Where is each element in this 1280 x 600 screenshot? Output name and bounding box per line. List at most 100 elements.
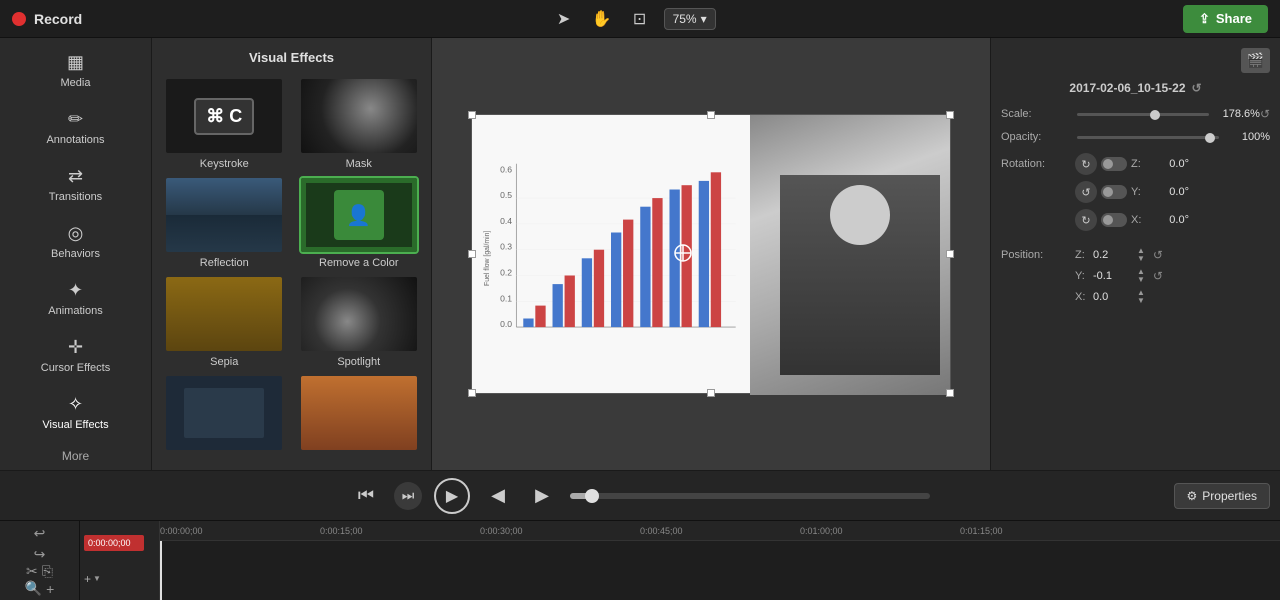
effect-mask[interactable]: Mask	[295, 77, 424, 170]
cursor-effects-icon: ✛	[68, 337, 83, 358]
sidebar-item-animations[interactable]: ✦ Animations	[0, 270, 151, 327]
effect-label-reflection: Reflection	[200, 257, 249, 269]
arrow-tool-icon[interactable]: ➤	[550, 5, 578, 33]
zoom-out-button[interactable]: 🔍	[25, 580, 42, 597]
properties-button[interactable]: ⚙ Properties	[1174, 483, 1270, 509]
effect-generic1[interactable]	[160, 374, 289, 455]
undo-button[interactable]: ↩	[34, 525, 46, 542]
position-row-y: Y: -0.1 ▲▼ ↺	[1001, 268, 1270, 284]
rewind-button[interactable]: ⏮	[350, 480, 382, 512]
scale-slider[interactable]	[1077, 113, 1209, 116]
track-collapse-button[interactable]: ▼	[93, 574, 101, 583]
effect-sepia[interactable]: Sepia	[160, 275, 289, 368]
properties-panel: 🎬 2017-02-06_10-15-22 ↺ Scale: 178.6% ↺ …	[990, 38, 1280, 470]
effect-label-spotlight: Spotlight	[337, 356, 380, 368]
scale-reset-icon[interactable]: ↺	[1260, 107, 1270, 121]
playback-thumb[interactable]	[585, 489, 599, 503]
redo-button[interactable]: ↪	[34, 546, 46, 563]
transitions-icon: ⇄	[68, 166, 83, 187]
copy-button[interactable]: ⎘	[42, 563, 53, 580]
share-button[interactable]: ⇪ Share	[1183, 5, 1268, 33]
share-label: Share	[1216, 11, 1252, 26]
clip-label: 0:00:00;00	[84, 535, 144, 551]
rotation-row-z: Rotation: ↻ Z: 0.0°	[1001, 153, 1189, 175]
opacity-label: Opacity:	[1001, 131, 1071, 143]
hand-tool-icon[interactable]: ✋	[588, 5, 616, 33]
topbar: Record ➤ ✋ ⊡ 75% ▾ ⇪ Share	[0, 0, 1280, 38]
position-x-stepper[interactable]: ▲▼	[1137, 247, 1145, 263]
scale-slider-thumb[interactable]	[1150, 110, 1160, 120]
effect-thumb-reflection	[164, 176, 284, 254]
preview-canvas: 0.0 0.1 0.2 0.3 0.4 0.5 0.6	[471, 114, 951, 394]
position-z-stepper[interactable]: ▲▼	[1137, 289, 1145, 305]
effects-grid: ⌘ C Keystroke Mask Reflection	[160, 77, 423, 455]
track-area[interactable]	[160, 541, 1280, 600]
zoom-selector[interactable]: 75% ▾	[664, 8, 716, 30]
effects-panel: Visual Effects ⌘ C Keystroke Mask	[152, 38, 432, 470]
opacity-slider[interactable]	[1077, 136, 1219, 139]
effect-reflection[interactable]: Reflection	[160, 176, 289, 269]
topbar-center: ➤ ✋ ⊡ 75% ▾	[550, 5, 716, 33]
sidebar-item-label: Visual Effects	[42, 419, 108, 431]
position-y-reset-icon[interactable]: ↺	[1153, 269, 1163, 283]
step-back-button[interactable]: ⏭	[394, 482, 422, 510]
media-icon: ▦	[67, 52, 84, 73]
sidebar-item-annotations[interactable]: ✏ Annotations	[0, 99, 151, 156]
cut-button[interactable]: ✂	[26, 563, 38, 580]
opacity-row: Opacity: 100%	[1001, 131, 1270, 143]
rotation-toggle-x[interactable]	[1101, 213, 1127, 227]
rotation-x-value: 0.0°	[1149, 214, 1189, 226]
cmd-icon: ⌘ C	[194, 98, 254, 135]
z-axis-label: Z:	[1131, 158, 1145, 170]
effect-keystroke[interactable]: ⌘ C Keystroke	[160, 77, 289, 170]
svg-text:0.4: 0.4	[500, 216, 512, 226]
rotation-section: Rotation: ↻ Z: 0.0° ↺ Y: 0.0° ↻ X: 0.0°	[1001, 153, 1270, 237]
effect-label-mask: Mask	[346, 158, 372, 170]
rotation-row-x: ↻ X: 0.0°	[1001, 209, 1189, 231]
effect-spotlight[interactable]: Spotlight	[295, 275, 424, 368]
next-frame-button[interactable]: ▶	[526, 480, 558, 512]
share-icon: ⇪	[1199, 11, 1210, 27]
add-track-button[interactable]: +	[84, 572, 91, 586]
zoom-in-button[interactable]: +	[46, 581, 54, 597]
svg-text:0.1: 0.1	[500, 293, 512, 303]
sidebar-item-visual-effects[interactable]: ✧ Visual Effects	[0, 384, 151, 441]
rotation-toggle-z[interactable]	[1101, 157, 1127, 171]
effect-generic2[interactable]	[295, 374, 424, 455]
svg-text:Fuel flow [gal/min]: Fuel flow [gal/min]	[484, 231, 491, 286]
opacity-slider-thumb[interactable]	[1205, 133, 1215, 143]
rotation-toggle-y[interactable]	[1101, 185, 1127, 199]
behaviors-icon: ◎	[68, 223, 84, 244]
time-marker-0: 0:00:00;00	[160, 526, 203, 536]
properties-tab-icon[interactable]: 🎬	[1241, 48, 1270, 73]
effect-thumb-spotlight	[299, 275, 419, 353]
sidebar-item-cursor-effects[interactable]: ✛ Cursor Effects	[0, 327, 151, 384]
svg-text:0.5: 0.5	[500, 190, 512, 200]
prev-frame-button[interactable]: ◀	[482, 480, 514, 512]
crop-tool-icon[interactable]: ⊡	[626, 5, 654, 33]
sidebar-item-behaviors[interactable]: ◎ Behaviors	[0, 213, 151, 270]
person-overlay	[750, 115, 950, 395]
rotation-x-icon[interactable]: ↻	[1075, 209, 1097, 231]
play-button[interactable]: ▶	[434, 478, 470, 514]
effect-label-keystroke: Keystroke	[200, 158, 249, 170]
rotation-ccw-icon[interactable]: ↺	[1075, 181, 1097, 203]
sidebar-item-transitions[interactable]: ⇄ Transitions	[0, 156, 151, 213]
playback-progress-bar[interactable]	[570, 493, 930, 499]
svg-text:0.3: 0.3	[500, 242, 512, 252]
effect-label-sepia: Sepia	[210, 356, 238, 368]
position-y-stepper[interactable]: ▲▼	[1137, 268, 1145, 284]
effects-title: Visual Effects	[160, 46, 423, 69]
chart-area: 0.0 0.1 0.2 0.3 0.4 0.5 0.6	[472, 115, 750, 393]
sidebar-more-button[interactable]: More	[0, 441, 151, 471]
preview-area[interactable]: 0.0 0.1 0.2 0.3 0.4 0.5 0.6	[432, 38, 990, 470]
svg-text:0.6: 0.6	[500, 164, 512, 174]
sidebar-item-media[interactable]: ▦ Media	[0, 42, 151, 99]
effect-remove-color[interactable]: 👤 Remove a Color	[295, 176, 424, 269]
refresh-icon[interactable]: ↺	[1192, 81, 1202, 95]
position-x-reset-icon[interactable]: ↺	[1153, 248, 1163, 262]
rotation-cw-icon[interactable]: ↻	[1075, 153, 1097, 175]
x-axis-label: X:	[1131, 214, 1145, 226]
sidebar-item-label: Media	[61, 77, 91, 89]
properties-button-label: Properties	[1202, 489, 1257, 503]
